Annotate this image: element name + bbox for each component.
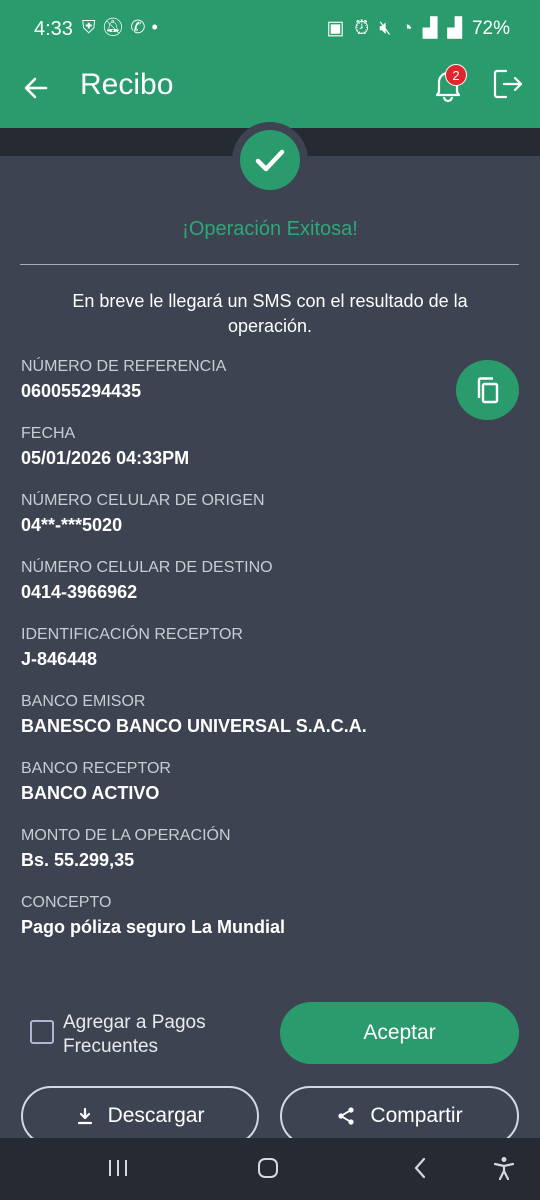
destination-phone-label: NÚMERO CELULAR DE DESTINO bbox=[21, 559, 273, 576]
logout-icon bbox=[493, 69, 523, 99]
recents-button[interactable] bbox=[100, 1150, 136, 1186]
status-time: 4:33 bbox=[34, 18, 73, 40]
issuer-bank-label: BANCO EMISOR bbox=[21, 693, 146, 710]
back-button[interactable] bbox=[18, 70, 54, 106]
concept-value: Pago póliza seguro La Mundial bbox=[21, 917, 286, 937]
battery-saver-icon: ▣ bbox=[326, 18, 345, 39]
destination-phone-value: 0414-3966962 bbox=[21, 582, 138, 602]
date-value: 05/01/2026 04:33PM bbox=[21, 448, 190, 468]
receiver-id-label: IDENTIFICACIÓN RECEPTOR bbox=[21, 626, 243, 643]
signal-icon: ▟ bbox=[422, 18, 438, 39]
wifi-icon: ◔ bbox=[401, 17, 413, 39]
muted-icon: 🔇︎ bbox=[379, 17, 392, 39]
frequent-payment-label[interactable]: Agregar a Pagos Frecuentes bbox=[63, 1011, 253, 1059]
status-left-icons: ⛨🔕︎✆• bbox=[82, 17, 164, 38]
home-icon bbox=[258, 1158, 278, 1178]
divider bbox=[20, 264, 519, 265]
notification-badge: 2 bbox=[445, 64, 467, 86]
check-icon bbox=[255, 149, 285, 172]
home-button[interactable] bbox=[250, 1150, 286, 1186]
accept-button[interactable]: Aceptar bbox=[280, 1002, 519, 1064]
copy-icon bbox=[477, 377, 498, 404]
whatsapp-icon: ✆ bbox=[130, 17, 152, 37]
recents-icon bbox=[109, 1160, 127, 1176]
chevron-left-icon bbox=[414, 1157, 426, 1179]
logout-button[interactable] bbox=[490, 66, 526, 102]
system-back-button[interactable] bbox=[402, 1150, 438, 1186]
accessibility-button[interactable] bbox=[486, 1150, 522, 1186]
page-title: Recibo bbox=[80, 68, 174, 101]
reference-value: 060055294435 bbox=[21, 381, 142, 401]
accessibility-icon bbox=[493, 1157, 515, 1180]
share-button[interactable]: Compartir bbox=[280, 1086, 519, 1146]
download-label: Descargar bbox=[107, 1104, 205, 1127]
status-right-icons: ▣ ⏰︎ 🔇︎ ◔ ▟ ▟ 72% bbox=[326, 17, 510, 40]
copy-reference-button[interactable] bbox=[456, 360, 519, 420]
dot-icon: • bbox=[151, 17, 164, 37]
share-icon bbox=[338, 1107, 355, 1125]
success-message: ¡Operación Exitosa! bbox=[182, 218, 358, 240]
battery-percent: 72% bbox=[471, 17, 510, 39]
success-badge bbox=[240, 130, 300, 190]
download-icon bbox=[77, 1107, 92, 1125]
download-button[interactable]: Descargar bbox=[21, 1086, 259, 1146]
origin-phone-value: 04**-***5020 bbox=[21, 515, 123, 535]
share-label: Compartir bbox=[370, 1104, 463, 1127]
reference-label: NÚMERO DE REFERENCIA bbox=[21, 358, 227, 375]
date-label: FECHA bbox=[21, 425, 76, 442]
alarm-icon: ⏰︎ bbox=[354, 17, 370, 39]
mute-bell-icon: 🔕︎ bbox=[101, 17, 131, 37]
amount-label: MONTO DE LA OPERACIÓN bbox=[21, 827, 231, 844]
shield-check-icon: ⛨ bbox=[82, 17, 102, 37]
arrow-left-icon bbox=[24, 77, 48, 99]
receiver-bank-value: BANCO ACTIVO bbox=[21, 783, 160, 803]
amount-value: Bs. 55.299,35 bbox=[21, 850, 135, 870]
sms-notice: En breve le llegará un SMS con el result… bbox=[72, 291, 468, 336]
frequent-payment-checkbox[interactable] bbox=[30, 1020, 54, 1044]
receiver-id-value: J-846448 bbox=[21, 649, 98, 669]
issuer-bank-value: BANESCO BANCO UNIVERSAL S.A.C.A. bbox=[21, 716, 367, 736]
origin-phone-label: NÚMERO CELULAR DE ORIGEN bbox=[21, 492, 265, 509]
signal-icon: ▟ bbox=[447, 18, 462, 39]
receiver-bank-label: BANCO RECEPTOR bbox=[21, 760, 171, 777]
concept-label: CONCEPTO bbox=[21, 894, 112, 911]
